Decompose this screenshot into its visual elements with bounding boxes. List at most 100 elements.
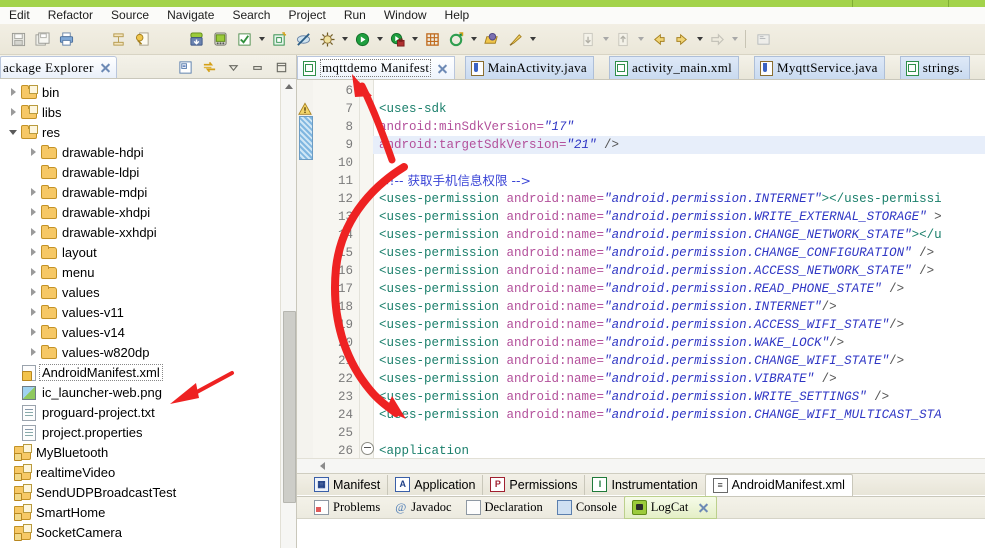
tree-item[interactable]: proguard-project.txt bbox=[0, 402, 281, 422]
menu-item-help[interactable]: Help bbox=[436, 7, 479, 24]
chevron-right-icon[interactable] bbox=[26, 325, 40, 339]
menu-item-project[interactable]: Project bbox=[279, 7, 334, 24]
folding-ruler[interactable] bbox=[359, 80, 374, 473]
run-history-dropdown-icon[interactable] bbox=[409, 29, 420, 49]
debug-dropdown-icon[interactable] bbox=[339, 29, 350, 49]
bottom-view-tab[interactable]: @ Javadoc bbox=[387, 498, 458, 518]
tree-item[interactable]: realtimeVideo bbox=[0, 462, 281, 482]
editor-tab[interactable]: MainActivity.java bbox=[464, 56, 595, 79]
chevron-right-icon[interactable] bbox=[26, 265, 40, 279]
menu-item-source[interactable]: Source bbox=[102, 7, 158, 24]
close-icon[interactable] bbox=[698, 502, 709, 513]
menu-item-search[interactable]: Search bbox=[223, 7, 279, 24]
code-line[interactable]: android:targetSdkVersion="21" /> bbox=[373, 136, 985, 154]
menu-item-edit[interactable]: Edit bbox=[0, 7, 39, 24]
chevron-right-icon[interactable] bbox=[26, 245, 40, 259]
tree-item[interactable]: MyBluetooth bbox=[0, 442, 281, 462]
chevron-right-icon[interactable] bbox=[26, 185, 40, 199]
back-icon[interactable] bbox=[646, 27, 670, 51]
manifest-page-tab[interactable]: P Permissions bbox=[482, 474, 584, 495]
forward-icon[interactable] bbox=[670, 27, 694, 51]
code-line[interactable] bbox=[373, 154, 985, 172]
tree-item[interactable]: drawable-xxhdpi bbox=[0, 222, 281, 242]
tree-item[interactable]: ic_launcher-web.png bbox=[0, 382, 281, 402]
project-tree[interactable]: bin libs res drawable-hdpi drawable-ldpi draw… bbox=[0, 79, 281, 551]
editor-tab[interactable]: mqttdemo Manifest bbox=[297, 56, 456, 79]
android-sdk-manager-icon[interactable] bbox=[184, 27, 208, 51]
code-line[interactable]: <uses-permission android:name="android.p… bbox=[373, 334, 985, 352]
editor-tab[interactable]: activity_main.xml bbox=[608, 56, 740, 79]
bottom-view-tab[interactable]: Problems bbox=[307, 498, 387, 518]
next-annotation-icon[interactable] bbox=[576, 27, 600, 51]
tree-item[interactable]: res bbox=[0, 122, 281, 142]
chevron-right-icon[interactable] bbox=[26, 145, 40, 159]
code-line[interactable]: <uses-permission android:name="android.p… bbox=[373, 406, 985, 424]
menu-item-window[interactable]: Window bbox=[375, 7, 436, 24]
editor-horizontal-scrollbar[interactable] bbox=[297, 458, 985, 473]
tree-item[interactable]: menu bbox=[0, 262, 281, 282]
tree-item[interactable]: drawable-hdpi bbox=[0, 142, 281, 162]
run-history-icon[interactable] bbox=[385, 27, 409, 51]
new-java-package-icon[interactable] bbox=[420, 27, 444, 51]
collapse-all-icon[interactable] bbox=[175, 57, 196, 78]
tree-item[interactable]: values-w820dp bbox=[0, 342, 281, 362]
new-android-project-icon[interactable] bbox=[267, 27, 291, 51]
code-line[interactable]: <uses-sdk bbox=[373, 100, 985, 118]
code-line[interactable] bbox=[373, 424, 985, 442]
tree-item[interactable]: drawable-xhdpi bbox=[0, 202, 281, 222]
tree-item[interactable]: values-v11 bbox=[0, 302, 281, 322]
tree-item[interactable]: SendUDPBroadcastTest bbox=[0, 482, 281, 502]
run-icon[interactable] bbox=[350, 27, 374, 51]
bottom-view-tab[interactable]: LogCat bbox=[623, 496, 718, 519]
editor-tab[interactable]: MyqttService.java bbox=[753, 56, 885, 79]
occurrence-range-marker[interactable] bbox=[299, 116, 313, 160]
next-annotation-dropdown-icon[interactable] bbox=[600, 29, 611, 49]
warning-marker-icon[interactable] bbox=[298, 102, 312, 116]
scroll-left-icon[interactable] bbox=[315, 459, 329, 473]
code-line[interactable]: <uses-permission android:name="android.p… bbox=[373, 280, 985, 298]
tree-item[interactable]: values bbox=[0, 282, 281, 302]
open-type-icon[interactable] bbox=[479, 27, 503, 51]
chevron-right-icon[interactable] bbox=[26, 225, 40, 239]
bottom-view-tab[interactable]: Declaration bbox=[459, 498, 550, 518]
manifest-page-tab[interactable]: ▦ Manifest bbox=[307, 475, 387, 495]
annotation-ruler[interactable] bbox=[297, 80, 314, 473]
editor-tab[interactable]: strings. bbox=[899, 56, 971, 79]
scrollbar-thumb[interactable] bbox=[283, 311, 296, 503]
chevron-right-icon[interactable] bbox=[26, 285, 40, 299]
tree-item[interactable]: SocketCamera bbox=[0, 522, 281, 542]
chevron-right-icon[interactable] bbox=[6, 105, 20, 119]
tree-item[interactable]: project.properties bbox=[0, 422, 281, 442]
tree-item[interactable]: AndroidManifest.xml bbox=[0, 362, 281, 382]
code-line[interactable]: <uses-permission android:name="android.p… bbox=[373, 262, 985, 280]
code-line[interactable]: <uses-permission android:name="android.p… bbox=[373, 316, 985, 334]
code-line[interactable]: <!-- 获取手机信息权限 --> bbox=[373, 172, 985, 190]
manifest-page-tab[interactable]: A Application bbox=[387, 474, 482, 495]
tab-package-explorer[interactable]: ackage Explorer bbox=[0, 56, 117, 78]
code-line[interactable]: <uses-permission android:name="android.p… bbox=[373, 226, 985, 244]
save-icon[interactable] bbox=[6, 27, 30, 51]
previous-annotation-icon[interactable] bbox=[611, 27, 635, 51]
tree-item[interactable]: bin bbox=[0, 82, 281, 102]
run-dropdown-icon[interactable] bbox=[374, 29, 385, 49]
next-edit-dropdown-icon[interactable] bbox=[729, 29, 740, 49]
menu-item-refactor[interactable]: Refactor bbox=[39, 7, 102, 24]
lint-warnings-icon[interactable] bbox=[232, 27, 256, 51]
code-line[interactable]: <uses-permission android:name="android.p… bbox=[373, 370, 985, 388]
previous-annotation-dropdown-icon[interactable] bbox=[635, 29, 646, 49]
code-line[interactable]: <uses-permission android:name="android.p… bbox=[373, 298, 985, 316]
maximize-view-icon[interactable] bbox=[271, 57, 292, 78]
minimize-view-icon[interactable] bbox=[247, 57, 268, 78]
new-java-class-dropdown-icon[interactable] bbox=[468, 29, 479, 49]
close-icon[interactable] bbox=[437, 63, 448, 74]
tree-item[interactable]: libs bbox=[0, 102, 281, 122]
toggle-mark-occurrences-icon[interactable] bbox=[106, 27, 130, 51]
debug-icon[interactable] bbox=[315, 27, 339, 51]
source-editor[interactable]: 6 7 8 9 10 11 12 13 14 15 16 17 18 19 20 21 22 23 24 25 26 <… bbox=[297, 80, 985, 473]
code-lines[interactable]: <uses-sdk android:minSdkVersion="17" and… bbox=[373, 80, 985, 473]
tree-item[interactable]: drawable-mdpi bbox=[0, 182, 281, 202]
next-edit-icon[interactable] bbox=[705, 27, 729, 51]
tree-item[interactable]: drawable-ldpi bbox=[0, 162, 281, 182]
manifest-page-tab[interactable]: ≡ AndroidManifest.xml bbox=[704, 473, 853, 496]
code-line[interactable] bbox=[373, 82, 985, 100]
